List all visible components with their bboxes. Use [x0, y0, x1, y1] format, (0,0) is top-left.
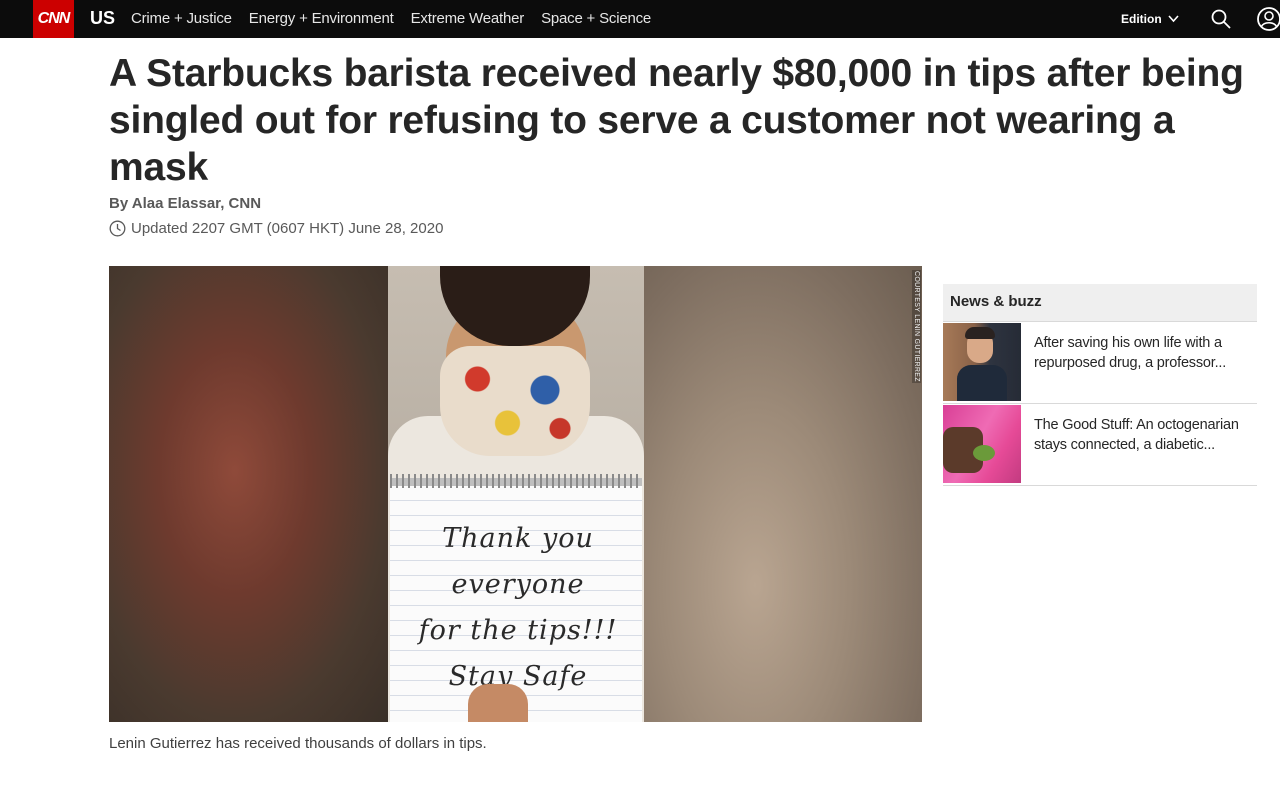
nav-link-energy-environment[interactable]: Energy + Environment [249, 10, 394, 27]
photo-center: Thank you everyone for the tips!!! Stay … [388, 266, 644, 722]
news-buzz-sidebar: News & buzz After saving his own life wi… [943, 284, 1257, 486]
user-account-icon[interactable] [1256, 6, 1280, 32]
sidebar-thumbnail[interactable] [943, 323, 1021, 401]
clock-icon [109, 220, 126, 237]
photo-caption: Lenin Gutierrez has received thousands o… [109, 735, 487, 752]
photo-blurred-right [644, 266, 922, 722]
article-byline[interactable]: By Alaa Elassar, CNN [109, 195, 261, 212]
edition-dropdown[interactable]: Edition [1121, 12, 1179, 26]
nav-link-space-science[interactable]: Space + Science [541, 10, 651, 27]
sidebar-item[interactable]: The Good Stuff: An octogenarian stays co… [943, 404, 1257, 486]
article-headline: A Starbucks barista received nearly $80,… [109, 52, 1244, 189]
sidebar-item[interactable]: After saving his own life with a repurpo… [943, 322, 1257, 404]
notepad-message: Thank you everyone for the tips!!! Stay … [418, 523, 618, 692]
thumb-detail [973, 445, 995, 461]
photo-credit: COURTESY LENIN GUTIERREZ [912, 270, 921, 383]
sidebar-thumbnail[interactable] [943, 405, 1021, 483]
edition-label: Edition [1121, 12, 1162, 26]
sidebar-item-headline[interactable]: The Good Stuff: An octogenarian stays co… [1034, 415, 1244, 485]
nav-link-extreme-weather[interactable]: Extreme Weather [411, 10, 525, 27]
cnn-logo[interactable]: CNN [33, 0, 74, 38]
top-nav: CNN US Crime + Justice Energy + Environm… [0, 0, 1280, 38]
article-updated: Updated 2207 GMT (0607 HKT) June 28, 202… [109, 220, 443, 237]
nav-link-crime-justice[interactable]: Crime + Justice [131, 10, 232, 27]
nav-links: Crime + Justice Energy + Environment Ext… [131, 10, 651, 27]
person-face-mask [440, 346, 590, 456]
thumb-body [957, 365, 1007, 401]
chevron-down-icon [1168, 15, 1179, 23]
updated-timestamp: Updated 2207 GMT (0607 HKT) June 28, 202… [131, 220, 444, 237]
search-icon[interactable] [1210, 8, 1232, 30]
thumb-hair [965, 327, 995, 339]
person-hand [468, 684, 528, 722]
sidebar-item-headline[interactable]: After saving his own life with a repurpo… [1034, 333, 1244, 403]
photo-blurred-left [109, 266, 388, 722]
sidebar-title: News & buzz [943, 284, 1257, 322]
section-title[interactable]: US [90, 8, 115, 29]
article-photo[interactable]: Thank you everyone for the tips!!! Stay … [109, 266, 922, 722]
notepad-spiral [390, 474, 642, 488]
